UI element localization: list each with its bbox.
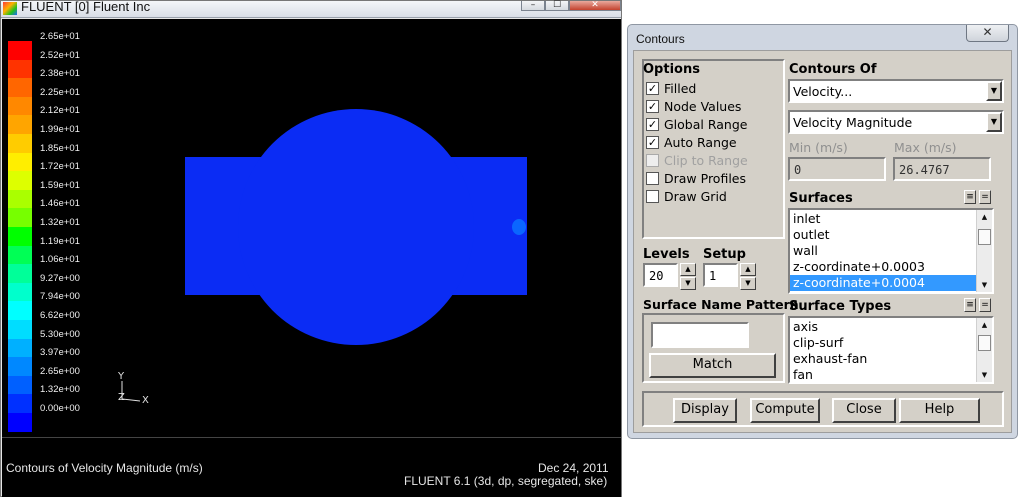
option-label: Draw Profiles <box>664 171 747 186</box>
graphics-window: FLUENT [0] Fluent Inc – ☐ ✕ 2.65e+01 2.52… <box>0 0 622 497</box>
option-node-values[interactable]: ✓ Node Values <box>646 99 741 116</box>
scroll-down-icon[interactable]: ▼ <box>977 368 992 382</box>
display-button[interactable]: Display <box>673 398 737 423</box>
checkbox-icon[interactable]: ✓ <box>646 82 659 95</box>
contours-of-value: Velocity... <box>793 84 853 99</box>
scroll-down-icon[interactable]: ▼ <box>977 278 992 292</box>
dialog-close-icon[interactable]: ✕ <box>966 25 1009 42</box>
plot-caption: Contours of Velocity Magnitude (m/s) <box>6 461 203 475</box>
option-clip-to-range: Clip to Range <box>646 153 748 170</box>
surface-types-select-all-icon[interactable]: ≡ <box>964 298 976 312</box>
surfaces-scroll-thumb[interactable] <box>978 229 991 245</box>
option-label: Draw Grid <box>664 189 727 204</box>
dialog-client-area: Options ✓ Filled ✓ Node Values ✓ Global Range… <box>633 50 1012 433</box>
max-label: Max (m/s) <box>894 140 957 155</box>
contour-plot <box>121 109 527 402</box>
plot-date: Dec 24, 2011 <box>538 461 609 475</box>
maximize-button[interactable]: ☐ <box>545 1 569 11</box>
surfaces-list[interactable]: inlet outlet wall z-coordinate+0.0003 z-coor… <box>788 208 994 294</box>
scroll-up-icon[interactable]: ▲ <box>977 210 992 224</box>
setup-input[interactable]: 1 <box>703 263 738 287</box>
surface-types-deselect-icon[interactable]: = <box>979 298 991 312</box>
domain-circle <box>238 109 474 345</box>
solver-version: FLUENT 6.1 (3d, dp, segregated, ske) <box>404 474 608 488</box>
checkbox-icon[interactable]: ✓ <box>646 136 659 149</box>
surface-list-item[interactable]: wall <box>790 243 976 259</box>
surfaces-header: Surfaces <box>789 191 853 206</box>
setup-spinner[interactable]: ▲ ▼ <box>740 263 760 290</box>
surface-types-scrollbar[interactable]: ▲ ▼ <box>976 318 992 382</box>
option-auto-range[interactable]: ✓ Auto Range <box>646 135 737 152</box>
option-label: Node Values <box>664 99 742 114</box>
axis-label-x: X <box>142 395 149 406</box>
chevron-down-icon[interactable]: ▼ <box>986 81 1002 101</box>
contours-of-select[interactable]: Velocity... ▼ <box>788 79 1004 103</box>
option-global-range[interactable]: ✓ Global Range <box>646 117 747 134</box>
surface-type-list-item[interactable]: clip-surf <box>790 335 976 351</box>
surface-list-item[interactable]: inlet <box>790 211 976 227</box>
graphics-canvas[interactable]: 2.65e+01 2.52e+01 2.38e+01 2.25e+01 2.12e+01… <box>2 19 621 437</box>
levels-spinner[interactable]: ▲ ▼ <box>680 263 700 290</box>
scroll-up-icon[interactable]: ▲ <box>977 318 992 332</box>
checkbox-icon[interactable] <box>646 172 659 185</box>
axis-label-z: Z <box>118 392 125 403</box>
checkbox-icon[interactable]: ✓ <box>646 100 659 113</box>
surface-types-list[interactable]: axis clip-surf exhaust-fan fan ▲ ▼ <box>788 316 994 384</box>
surfaces-select-all-icon[interactable]: ≡ <box>964 190 976 204</box>
surface-type-list-item[interactable]: exhaust-fan <box>790 351 976 367</box>
surface-name-pattern-input[interactable] <box>651 322 749 348</box>
option-label: Clip to Range <box>664 153 748 168</box>
surface-list-item[interactable]: outlet <box>790 227 976 243</box>
chevron-down-icon[interactable]: ▼ <box>986 112 1002 132</box>
surface-type-list-item[interactable]: axis <box>790 319 976 335</box>
option-draw-grid[interactable]: Draw Grid <box>646 189 727 206</box>
surface-list-item[interactable]: z-coordinate+0.0003 <box>790 259 976 275</box>
levels-label: Levels <box>643 247 690 262</box>
minimize-button[interactable]: – <box>521 1 545 11</box>
contours-of-sub-select[interactable]: Velocity Magnitude ▼ <box>788 110 1004 134</box>
match-button[interactable]: Match <box>649 353 776 378</box>
contours-of-header: Contours Of <box>789 62 877 77</box>
help-button[interactable]: Help <box>899 398 980 423</box>
min-input[interactable]: 0 <box>788 157 886 181</box>
checkbox-icon <box>646 154 659 167</box>
surface-name-pattern-label: Surface Name Pattern <box>643 297 799 312</box>
levels-input[interactable]: 20 <box>643 263 678 287</box>
option-draw-profiles[interactable]: Draw Profiles <box>646 171 746 188</box>
surface-type-list-item[interactable]: fan <box>790 367 976 382</box>
surface-types-header: Surface Types <box>789 299 892 314</box>
option-label: Global Range <box>664 117 748 132</box>
setup-label: Setup <box>703 247 746 262</box>
option-filled[interactable]: ✓ Filled <box>646 81 696 98</box>
close-window-button[interactable]: ✕ <box>569 1 621 11</box>
option-label: Auto Range <box>664 135 737 150</box>
axis-label-y: Y <box>118 371 125 382</box>
checkbox-icon[interactable]: ✓ <box>646 118 659 131</box>
surface-types-scroll-thumb[interactable] <box>978 335 991 351</box>
dialog-title: Contours <box>636 32 685 46</box>
graphics-footer: Contours of Velocity Magnitude (m/s) Dec… <box>2 437 621 497</box>
contours-of-sub-value: Velocity Magnitude <box>793 115 913 130</box>
max-input[interactable]: 26.4767 <box>893 157 991 181</box>
graphics-window-title: FLUENT [0] Fluent Inc <box>21 0 151 14</box>
outlet-velocity-spot <box>512 219 526 235</box>
checkbox-icon[interactable] <box>646 190 659 203</box>
surfaces-deselect-icon[interactable]: = <box>979 190 991 204</box>
surface-list-item[interactable]: z-coordinate+0.0004 <box>790 275 976 291</box>
min-label: Min (m/s) <box>789 140 848 155</box>
surfaces-scrollbar[interactable]: ▲ ▼ <box>976 210 992 292</box>
options-header: Options <box>643 62 700 77</box>
contours-dialog: Contours ✕ Options ✓ Filled ✓ Node Values ✓ G… <box>627 24 1018 439</box>
option-label: Filled <box>664 81 697 96</box>
fluent-app-icon <box>3 2 17 15</box>
compute-button[interactable]: Compute <box>750 398 820 423</box>
close-button[interactable]: Close <box>832 398 896 423</box>
graphics-window-titlebar[interactable]: FLUENT [0] Fluent Inc – ☐ ✕ <box>1 0 621 18</box>
